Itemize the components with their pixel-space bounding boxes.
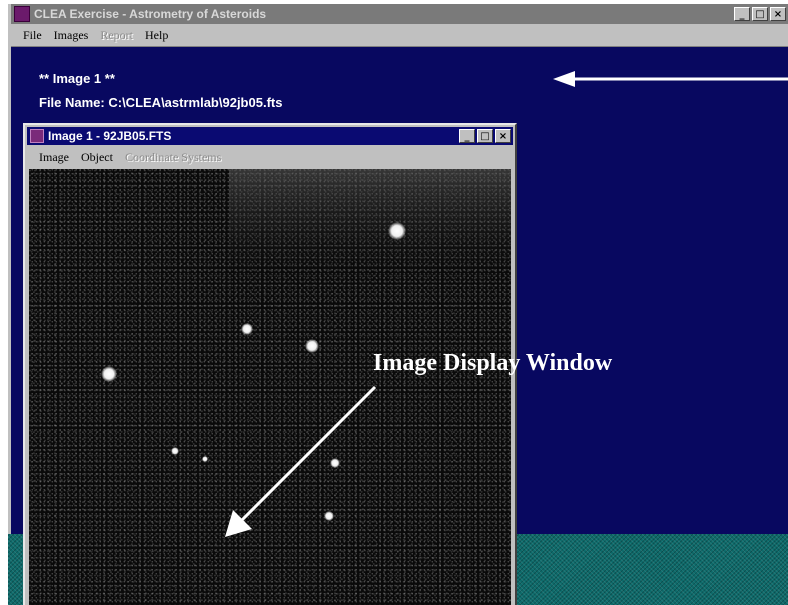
maximize-button[interactable]: □ (752, 7, 768, 21)
child-close-button[interactable]: × (495, 129, 511, 143)
child-menubar: Image Object Coordinate Systems (27, 147, 513, 167)
app-icon[interactable] (14, 6, 30, 22)
arrowhead (553, 71, 575, 87)
child-maximize-button[interactable]: □ (477, 129, 493, 143)
star (388, 222, 406, 240)
star (171, 447, 179, 455)
child-minimize-button[interactable]: _ (459, 129, 475, 143)
child-titlebar[interactable]: Image 1 - 92JB05.FTS _ □ × (27, 127, 513, 145)
main-menubar: File Images Report Help (11, 24, 788, 47)
menu-help[interactable]: Help (145, 28, 168, 43)
main-window-title: CLEA Exercise - Astrometry of Asteroids (34, 7, 267, 21)
child-window-title: Image 1 - 92JB05.FTS (48, 129, 172, 143)
close-button[interactable]: × (770, 7, 786, 21)
star (241, 323, 253, 335)
menu-coordinate-systems[interactable]: Coordinate Systems (125, 150, 221, 165)
star (202, 456, 208, 462)
menu-image[interactable]: Image (39, 150, 69, 165)
child-window-controls: _ □ × (459, 129, 511, 143)
file-name-label: File Name: C:\CLEA\astrmlab\92jb05.fts (39, 95, 283, 110)
menu-report[interactable]: Report (100, 28, 133, 43)
main-titlebar[interactable]: CLEA Exercise - Astrometry of Asteroids … (11, 4, 788, 24)
image-heading: ** Image 1 ** (39, 71, 115, 86)
pointer-arrow-left (553, 71, 788, 87)
annotation-label: Image Display Window (373, 350, 613, 376)
main-window-controls: _ □ × (734, 7, 786, 21)
minimize-button[interactable]: _ (734, 7, 750, 21)
star (305, 339, 319, 353)
star (101, 366, 117, 382)
menu-images[interactable]: Images (54, 28, 89, 43)
pointer-arrow-diagonal (225, 385, 377, 537)
menu-object[interactable]: Object (81, 150, 113, 165)
image-window-icon[interactable] (30, 129, 44, 143)
menu-file[interactable]: File (23, 28, 42, 43)
